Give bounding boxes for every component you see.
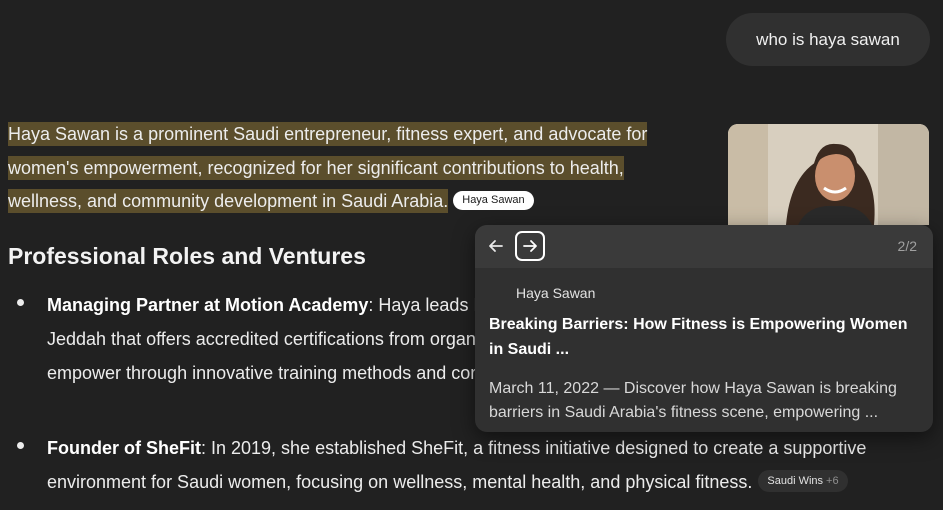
user-message-text: who is haya sawan — [756, 29, 900, 49]
popover-header: 2/2 — [475, 225, 933, 268]
bullet-dot — [17, 442, 24, 449]
citation-pager: 2/2 — [897, 238, 917, 254]
source-pill-label: Saudi Wins — [767, 475, 824, 488]
list-item: Founder of SheFit: In 2019, she establis… — [17, 431, 927, 499]
bullet-dot — [17, 299, 24, 306]
highlighted-intro-text: Haya Sawan is a prominent Saudi entrepre… — [8, 122, 648, 213]
citation-popover: 2/2 Haya Sawan Breaking Barriers: How Fi… — [475, 225, 933, 432]
source-pill-count: +6 — [826, 475, 839, 488]
person-photo[interactable] — [728, 124, 929, 225]
citation-pill[interactable]: Haya Sawan — [453, 190, 534, 210]
popover-body[interactable]: Haya Sawan Breaking Barriers: How Fitnes… — [475, 268, 933, 425]
arrow-left-icon — [489, 240, 503, 252]
answer-intro-paragraph: Haya Sawan is a prominent Saudi entrepre… — [8, 118, 688, 219]
previous-citation-button[interactable] — [481, 231, 511, 261]
citation-title-link[interactable]: Breaking Barriers: How Fitness is Empowe… — [489, 312, 919, 362]
section-title: Professional Roles and Ventures — [8, 243, 366, 269]
arrow-right-icon — [523, 240, 537, 252]
citation-source-name: Haya Sawan — [516, 285, 596, 301]
source-pill[interactable]: Saudi Wins +6 — [758, 470, 848, 493]
citation-snippet: March 11, 2022 — Discover how Haya Sawan… — [489, 380, 897, 421]
portrait-image — [728, 124, 929, 225]
bullet-heading: Founder of SheFit — [47, 438, 201, 458]
bullet-heading: Managing Partner at Motion Academy — [47, 295, 369, 315]
next-citation-button[interactable] — [515, 231, 545, 261]
user-message-bubble: who is haya sawan — [726, 13, 930, 66]
